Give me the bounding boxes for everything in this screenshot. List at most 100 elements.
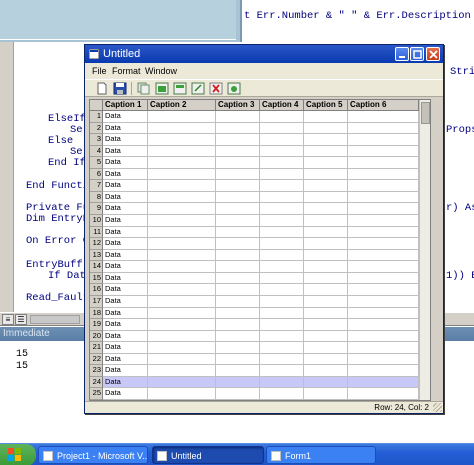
grid-cell[interactable] bbox=[216, 284, 260, 296]
table-row[interactable]: 23 Data bbox=[90, 365, 419, 377]
grid-cell[interactable] bbox=[304, 111, 348, 123]
grid-cell[interactable] bbox=[348, 168, 419, 181]
column-header[interactable]: Caption 4 bbox=[260, 100, 304, 111]
grid-cell[interactable]: Data bbox=[103, 376, 148, 389]
grid-cell[interactable] bbox=[148, 353, 216, 366]
grid-cell[interactable] bbox=[304, 226, 348, 239]
grid-cell[interactable] bbox=[148, 319, 216, 331]
grid-cell[interactable] bbox=[348, 342, 419, 354]
grid-cell[interactable] bbox=[348, 203, 419, 216]
grid-cell[interactable] bbox=[148, 295, 216, 308]
row-header[interactable]: 5 bbox=[90, 157, 103, 169]
grid-cell[interactable] bbox=[304, 180, 348, 192]
row-header[interactable]: 18 bbox=[90, 307, 103, 320]
grid-cell[interactable] bbox=[216, 215, 260, 227]
table-row[interactable]: 22 Data bbox=[90, 353, 419, 366]
row-header[interactable]: 11 bbox=[90, 226, 103, 239]
grid-cell[interactable]: Data bbox=[103, 261, 148, 273]
grid-cell[interactable] bbox=[216, 145, 260, 158]
table-row[interactable]: 3 Data bbox=[90, 134, 419, 146]
start-button[interactable] bbox=[0, 444, 36, 465]
maximize-button[interactable] bbox=[410, 47, 424, 61]
grid-cell[interactable] bbox=[304, 388, 348, 400]
grid-cell[interactable] bbox=[260, 284, 304, 296]
grid-cell[interactable] bbox=[304, 203, 348, 216]
table-row[interactable]: 12 Data bbox=[90, 238, 419, 250]
grid-cell[interactable] bbox=[304, 168, 348, 181]
minimize-button[interactable] bbox=[395, 47, 409, 61]
grid-cell[interactable] bbox=[148, 307, 216, 320]
grid-cell[interactable] bbox=[304, 295, 348, 308]
grid-cell[interactable] bbox=[348, 145, 419, 158]
grid-cell[interactable] bbox=[348, 365, 419, 377]
grid-cell[interactable] bbox=[216, 191, 260, 204]
grid-cell[interactable] bbox=[348, 295, 419, 308]
grid-corner-cell[interactable] bbox=[90, 100, 103, 111]
grid-cell[interactable] bbox=[348, 238, 419, 250]
grid-cell[interactable] bbox=[216, 134, 260, 146]
grid-cell[interactable] bbox=[348, 111, 419, 123]
grid-cell[interactable]: Data bbox=[103, 180, 148, 192]
grid-cell[interactable] bbox=[148, 157, 216, 169]
grid-cell[interactable] bbox=[304, 342, 348, 354]
table-row[interactable]: 16 Data bbox=[90, 284, 419, 296]
grid-cell[interactable] bbox=[260, 330, 304, 343]
row-header[interactable]: 25 bbox=[90, 388, 103, 400]
grid-cell[interactable] bbox=[148, 261, 216, 273]
row-header[interactable]: 17 bbox=[90, 295, 103, 308]
grid-cell[interactable] bbox=[148, 330, 216, 343]
column-header[interactable]: Caption 1 bbox=[103, 100, 148, 111]
paste-icon[interactable] bbox=[155, 82, 169, 95]
grid-cell[interactable] bbox=[260, 191, 304, 204]
scrollbar-thumb[interactable] bbox=[421, 102, 430, 124]
grid-cell[interactable]: Data bbox=[103, 122, 148, 135]
table-row[interactable]: 17 Data bbox=[90, 295, 419, 308]
grid-cell[interactable] bbox=[348, 122, 419, 135]
horizontal-scrollbar[interactable] bbox=[30, 315, 80, 324]
row-header[interactable]: 10 bbox=[90, 215, 103, 227]
column-header[interactable]: Caption 5 bbox=[304, 100, 348, 111]
grid-cell[interactable] bbox=[148, 111, 216, 123]
grid-cell[interactable] bbox=[260, 215, 304, 227]
table-row[interactable]: 21 Data bbox=[90, 342, 419, 354]
grid-cell[interactable] bbox=[148, 215, 216, 227]
row-header[interactable]: 2 bbox=[90, 122, 103, 135]
grid-cell[interactable] bbox=[148, 284, 216, 296]
grid-cell[interactable]: Data bbox=[103, 157, 148, 169]
grid-cell[interactable] bbox=[216, 157, 260, 169]
grid-cell[interactable] bbox=[304, 307, 348, 320]
grid-cell[interactable] bbox=[348, 353, 419, 366]
grid-cell[interactable] bbox=[148, 203, 216, 216]
grid-cell[interactable] bbox=[304, 261, 348, 273]
table-row[interactable]: 5 Data bbox=[90, 157, 419, 169]
grid-cell[interactable] bbox=[216, 295, 260, 308]
grid-cell[interactable] bbox=[216, 319, 260, 331]
grid-cell[interactable] bbox=[304, 157, 348, 169]
grid-cell[interactable] bbox=[216, 238, 260, 250]
grid-cell[interactable] bbox=[304, 215, 348, 227]
grid-cell[interactable] bbox=[348, 272, 419, 285]
grid-cell[interactable]: Data bbox=[103, 342, 148, 354]
data-grid[interactable]: Caption 1 Caption 2 Caption 3 Caption 4 … bbox=[89, 99, 431, 401]
row-header[interactable]: 24 bbox=[90, 376, 103, 389]
grid-cell[interactable] bbox=[304, 353, 348, 366]
table-row[interactable]: 4 Data bbox=[90, 145, 419, 158]
grid-cell[interactable] bbox=[260, 157, 304, 169]
grid-cell[interactable] bbox=[348, 376, 419, 389]
grid-cell[interactable] bbox=[216, 365, 260, 377]
grid-cell[interactable] bbox=[148, 249, 216, 262]
row-header[interactable]: 15 bbox=[90, 272, 103, 285]
column-header[interactable]: Caption 6 bbox=[348, 100, 419, 111]
row-header[interactable]: 6 bbox=[90, 168, 103, 181]
grid-cell[interactable] bbox=[304, 122, 348, 135]
table-row[interactable]: 19 Data bbox=[90, 319, 419, 331]
grid-cell[interactable] bbox=[260, 261, 304, 273]
row-header[interactable]: 23 bbox=[90, 365, 103, 377]
table-row[interactable]: 8 Data bbox=[90, 191, 419, 204]
row-header[interactable]: 8 bbox=[90, 191, 103, 204]
grid-cell[interactable] bbox=[260, 353, 304, 366]
grid-cell[interactable] bbox=[260, 295, 304, 308]
grid-cell[interactable]: Data bbox=[103, 365, 148, 377]
row-header[interactable]: 20 bbox=[90, 330, 103, 343]
grid-cell[interactable] bbox=[260, 376, 304, 389]
